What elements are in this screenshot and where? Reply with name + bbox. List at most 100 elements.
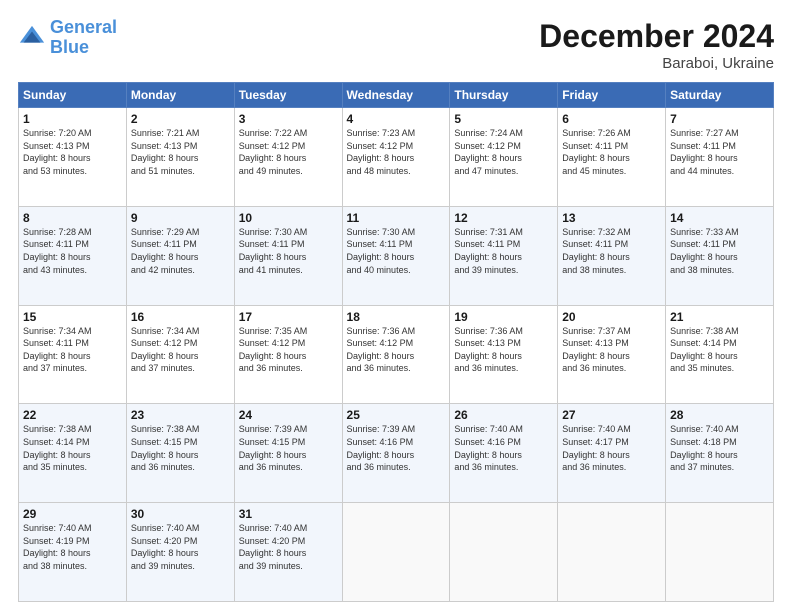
logo-text: General Blue: [50, 18, 117, 58]
logo: General Blue: [18, 18, 117, 58]
day-number: 8: [23, 211, 122, 225]
day-number: 11: [347, 211, 446, 225]
calendar-cell: 21Sunrise: 7:38 AM Sunset: 4:14 PM Dayli…: [666, 305, 774, 404]
calendar-cell: 28Sunrise: 7:40 AM Sunset: 4:18 PM Dayli…: [666, 404, 774, 503]
header-monday: Monday: [126, 83, 234, 108]
day-info: Sunrise: 7:38 AM Sunset: 4:14 PM Dayligh…: [670, 325, 769, 375]
calendar-cell: 7Sunrise: 7:27 AM Sunset: 4:11 PM Daylig…: [666, 108, 774, 207]
day-number: 10: [239, 211, 338, 225]
calendar-cell: 17Sunrise: 7:35 AM Sunset: 4:12 PM Dayli…: [234, 305, 342, 404]
calendar-cell: 16Sunrise: 7:34 AM Sunset: 4:12 PM Dayli…: [126, 305, 234, 404]
day-number: 28: [670, 408, 769, 422]
day-info: Sunrise: 7:30 AM Sunset: 4:11 PM Dayligh…: [347, 226, 446, 276]
calendar-cell: [558, 503, 666, 602]
day-info: Sunrise: 7:40 AM Sunset: 4:20 PM Dayligh…: [131, 522, 230, 572]
calendar-cell: 27Sunrise: 7:40 AM Sunset: 4:17 PM Dayli…: [558, 404, 666, 503]
header: General Blue December 2024 Baraboi, Ukra…: [18, 18, 774, 72]
day-info: Sunrise: 7:33 AM Sunset: 4:11 PM Dayligh…: [670, 226, 769, 276]
calendar-header-row: Sunday Monday Tuesday Wednesday Thursday…: [19, 83, 774, 108]
calendar-cell: [342, 503, 450, 602]
day-info: Sunrise: 7:34 AM Sunset: 4:11 PM Dayligh…: [23, 325, 122, 375]
day-number: 7: [670, 112, 769, 126]
calendar-cell: 20Sunrise: 7:37 AM Sunset: 4:13 PM Dayli…: [558, 305, 666, 404]
day-info: Sunrise: 7:28 AM Sunset: 4:11 PM Dayligh…: [23, 226, 122, 276]
day-number: 20: [562, 310, 661, 324]
page: General Blue December 2024 Baraboi, Ukra…: [0, 0, 792, 612]
calendar-week-1: 1Sunrise: 7:20 AM Sunset: 4:13 PM Daylig…: [19, 108, 774, 207]
calendar-cell: 1Sunrise: 7:20 AM Sunset: 4:13 PM Daylig…: [19, 108, 127, 207]
day-info: Sunrise: 7:36 AM Sunset: 4:13 PM Dayligh…: [454, 325, 553, 375]
day-info: Sunrise: 7:38 AM Sunset: 4:15 PM Dayligh…: [131, 423, 230, 473]
header-saturday: Saturday: [666, 83, 774, 108]
day-info: Sunrise: 7:40 AM Sunset: 4:17 PM Dayligh…: [562, 423, 661, 473]
day-info: Sunrise: 7:39 AM Sunset: 4:16 PM Dayligh…: [347, 423, 446, 473]
calendar-cell: 18Sunrise: 7:36 AM Sunset: 4:12 PM Dayli…: [342, 305, 450, 404]
day-info: Sunrise: 7:40 AM Sunset: 4:18 PM Dayligh…: [670, 423, 769, 473]
day-number: 29: [23, 507, 122, 521]
calendar-cell: 5Sunrise: 7:24 AM Sunset: 4:12 PM Daylig…: [450, 108, 558, 207]
logo-icon: [18, 24, 46, 52]
calendar-cell: 14Sunrise: 7:33 AM Sunset: 4:11 PM Dayli…: [666, 206, 774, 305]
day-number: 14: [670, 211, 769, 225]
day-info: Sunrise: 7:40 AM Sunset: 4:20 PM Dayligh…: [239, 522, 338, 572]
day-info: Sunrise: 7:35 AM Sunset: 4:12 PM Dayligh…: [239, 325, 338, 375]
day-number: 15: [23, 310, 122, 324]
day-info: Sunrise: 7:21 AM Sunset: 4:13 PM Dayligh…: [131, 127, 230, 177]
day-info: Sunrise: 7:26 AM Sunset: 4:11 PM Dayligh…: [562, 127, 661, 177]
day-info: Sunrise: 7:34 AM Sunset: 4:12 PM Dayligh…: [131, 325, 230, 375]
day-number: 2: [131, 112, 230, 126]
day-info: Sunrise: 7:20 AM Sunset: 4:13 PM Dayligh…: [23, 127, 122, 177]
header-thursday: Thursday: [450, 83, 558, 108]
day-info: Sunrise: 7:29 AM Sunset: 4:11 PM Dayligh…: [131, 226, 230, 276]
calendar-cell: 12Sunrise: 7:31 AM Sunset: 4:11 PM Dayli…: [450, 206, 558, 305]
day-number: 30: [131, 507, 230, 521]
day-number: 5: [454, 112, 553, 126]
day-number: 6: [562, 112, 661, 126]
logo-line2: Blue: [50, 37, 89, 57]
day-info: Sunrise: 7:27 AM Sunset: 4:11 PM Dayligh…: [670, 127, 769, 177]
day-info: Sunrise: 7:39 AM Sunset: 4:15 PM Dayligh…: [239, 423, 338, 473]
day-number: 16: [131, 310, 230, 324]
calendar-table: Sunday Monday Tuesday Wednesday Thursday…: [18, 82, 774, 602]
calendar-week-3: 15Sunrise: 7:34 AM Sunset: 4:11 PM Dayli…: [19, 305, 774, 404]
day-number: 25: [347, 408, 446, 422]
calendar-cell: 4Sunrise: 7:23 AM Sunset: 4:12 PM Daylig…: [342, 108, 450, 207]
day-number: 1: [23, 112, 122, 126]
day-info: Sunrise: 7:37 AM Sunset: 4:13 PM Dayligh…: [562, 325, 661, 375]
day-info: Sunrise: 7:32 AM Sunset: 4:11 PM Dayligh…: [562, 226, 661, 276]
day-number: 31: [239, 507, 338, 521]
calendar-cell: 19Sunrise: 7:36 AM Sunset: 4:13 PM Dayli…: [450, 305, 558, 404]
calendar-cell: 6Sunrise: 7:26 AM Sunset: 4:11 PM Daylig…: [558, 108, 666, 207]
day-info: Sunrise: 7:30 AM Sunset: 4:11 PM Dayligh…: [239, 226, 338, 276]
calendar-cell: 30Sunrise: 7:40 AM Sunset: 4:20 PM Dayli…: [126, 503, 234, 602]
day-number: 26: [454, 408, 553, 422]
day-number: 23: [131, 408, 230, 422]
day-number: 27: [562, 408, 661, 422]
day-number: 22: [23, 408, 122, 422]
calendar-cell: 2Sunrise: 7:21 AM Sunset: 4:13 PM Daylig…: [126, 108, 234, 207]
calendar-cell: [450, 503, 558, 602]
day-info: Sunrise: 7:22 AM Sunset: 4:12 PM Dayligh…: [239, 127, 338, 177]
header-wednesday: Wednesday: [342, 83, 450, 108]
calendar-cell: 10Sunrise: 7:30 AM Sunset: 4:11 PM Dayli…: [234, 206, 342, 305]
calendar-cell: 3Sunrise: 7:22 AM Sunset: 4:12 PM Daylig…: [234, 108, 342, 207]
day-info: Sunrise: 7:40 AM Sunset: 4:16 PM Dayligh…: [454, 423, 553, 473]
calendar-week-5: 29Sunrise: 7:40 AM Sunset: 4:19 PM Dayli…: [19, 503, 774, 602]
day-info: Sunrise: 7:36 AM Sunset: 4:12 PM Dayligh…: [347, 325, 446, 375]
calendar-week-2: 8Sunrise: 7:28 AM Sunset: 4:11 PM Daylig…: [19, 206, 774, 305]
calendar-cell: 31Sunrise: 7:40 AM Sunset: 4:20 PM Dayli…: [234, 503, 342, 602]
day-number: 13: [562, 211, 661, 225]
day-number: 4: [347, 112, 446, 126]
calendar-cell: 8Sunrise: 7:28 AM Sunset: 4:11 PM Daylig…: [19, 206, 127, 305]
day-number: 12: [454, 211, 553, 225]
calendar-cell: 22Sunrise: 7:38 AM Sunset: 4:14 PM Dayli…: [19, 404, 127, 503]
day-number: 17: [239, 310, 338, 324]
calendar-cell: 11Sunrise: 7:30 AM Sunset: 4:11 PM Dayli…: [342, 206, 450, 305]
day-number: 9: [131, 211, 230, 225]
calendar-cell: 13Sunrise: 7:32 AM Sunset: 4:11 PM Dayli…: [558, 206, 666, 305]
day-number: 24: [239, 408, 338, 422]
header-tuesday: Tuesday: [234, 83, 342, 108]
calendar-cell: 15Sunrise: 7:34 AM Sunset: 4:11 PM Dayli…: [19, 305, 127, 404]
header-sunday: Sunday: [19, 83, 127, 108]
day-number: 21: [670, 310, 769, 324]
